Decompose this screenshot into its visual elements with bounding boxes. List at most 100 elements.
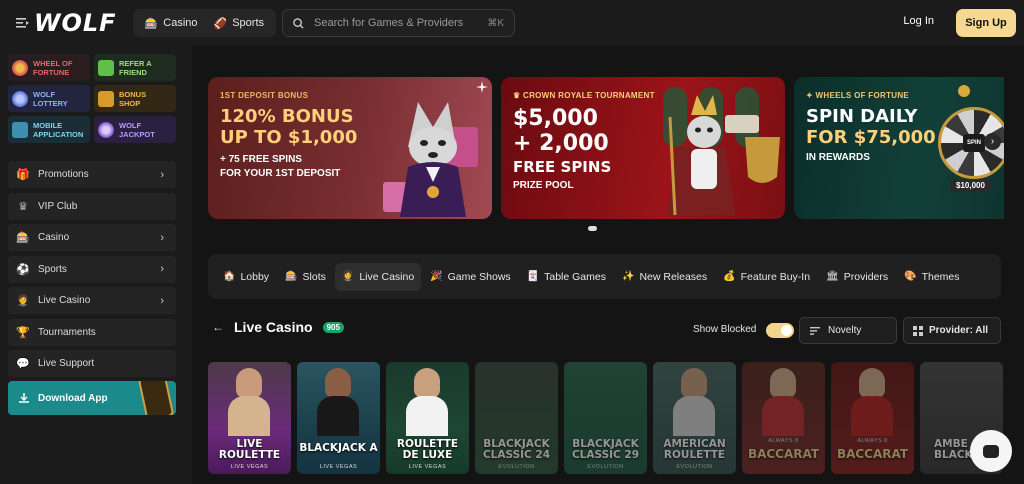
home-icon: 🏠 (223, 271, 236, 282)
game-count-badge: 905 (322, 321, 344, 333)
tab-themes[interactable]: 🎨 Themes (897, 263, 966, 291)
sort-select[interactable]: Novelty (799, 317, 897, 344)
sidebar-item-label: Live Support (38, 358, 95, 369)
tab-slots[interactable]: 🎰 Slots (278, 263, 333, 291)
download-app-button[interactable]: Download App (8, 381, 176, 415)
promo-label-2: FORTUNE (33, 67, 70, 77)
promo-label-1: WHEEL OF (33, 58, 73, 68)
promo-wolf-jackpot[interactable]: WOLF JACKPOT (94, 116, 176, 143)
logo[interactable]: WOLF (34, 9, 117, 37)
promo-refer-a-friend[interactable]: REFER A FRIEND (94, 54, 176, 81)
banner-kicker: ♛ CROWN ROYALE TOURNAMENT (513, 91, 655, 100)
sidebar-item-live-casino[interactable]: 🤵 Live Casino › (8, 287, 176, 314)
promo-label-2: SHOP (119, 98, 141, 108)
carousel-next-button[interactable]: › (984, 133, 1001, 150)
game-title: BLACKJACK CLASSIC 29 (564, 439, 647, 461)
cards-icon: 🃏 (526, 271, 540, 282)
game-card[interactable]: ALWAYS 8 BACCARAT (831, 362, 914, 474)
promo-wolf-lottery[interactable]: WOLF LOTTERY (8, 85, 90, 112)
promo-wheel-of-fortune[interactable]: WHEEL OF FORTUNE (8, 54, 90, 81)
tab-feature-buy-in[interactable]: 💰 Feature Buy-In (716, 263, 817, 291)
tab-table-games[interactable]: 🃏 Table Games (520, 263, 613, 291)
ball-icon: 🏈 (213, 17, 228, 30)
tab-lobby[interactable]: 🏠 Lobby (216, 263, 276, 291)
ball-icon: ⚽ (16, 263, 30, 276)
game-card[interactable]: AMERICAN ROULETTE EVOLUTION (653, 362, 736, 474)
game-title: LIVE ROULETTE (208, 439, 291, 461)
back-arrow-icon[interactable]: ← (212, 320, 224, 334)
banner-wheels-of-fortune[interactable]: ✦ WHEELS OF FORTUNE SPIN DAILY FOR $75,0… (794, 77, 1004, 219)
game-title: BLACKJACK CLASSIC 24 (475, 439, 558, 461)
banner-headline-3: FREE SPINS (513, 158, 612, 176)
king-wolf-icon (663, 87, 780, 216)
sidebar-item-sports[interactable]: ⚽ Sports › (8, 255, 176, 283)
sidebar-item-promotions[interactable]: 🎁 Promotions › (8, 161, 176, 188)
search-input[interactable] (314, 17, 478, 29)
mode-casino[interactable]: 🎰 Casino (139, 12, 204, 34)
tab-game-shows[interactable]: 🎉 Game Shows (423, 263, 517, 291)
sidebar-item-vip-club[interactable]: ♛ VIP Club (8, 192, 176, 220)
game-card[interactable]: ROULETTE DE LUXE LIVE VEGAS (386, 362, 469, 474)
category-bar: 🏠 Lobby 🎰 Slots 🤵 Live Casino 🎉 Game Shows 🃏… (208, 254, 1001, 299)
game-provider: ALWAYS 8 (768, 438, 799, 444)
game-card[interactable]: ALWAYS 8 BACCARAT (742, 362, 825, 474)
game-title-2: CLASSIC 29 (571, 449, 640, 461)
banner-sub-1: PRIZE POOL (513, 180, 574, 191)
wheel-icon: ✦ (806, 91, 816, 100)
slot-icon: 🎰 (144, 17, 159, 30)
gift-icon: 🎁 (16, 169, 30, 181)
dealer-body (317, 396, 359, 436)
sidebar-item-live-support[interactable]: 💬 Live Support (8, 350, 176, 377)
sidebar-item-tournaments[interactable]: 🏆 Tournaments (8, 318, 176, 346)
game-card[interactable]: LIVE ROULETTE LIVE VEGAS (208, 362, 291, 474)
tab-live-casino[interactable]: 🤵 Live Casino (334, 262, 422, 291)
shop-icon (98, 90, 114, 107)
provider-filter[interactable]: Provider: All (903, 317, 1001, 344)
dealer-image (236, 368, 262, 398)
login-button[interactable]: Log In (903, 15, 934, 27)
mode-sports[interactable]: 🏈 Sports (208, 12, 271, 34)
chevron-right-icon: › (160, 294, 164, 307)
dealer-icon: 🤵 (341, 271, 355, 282)
phone-icon (137, 381, 175, 415)
promo-label-2: JACKPOT (119, 129, 155, 139)
tab-label: Lobby (240, 270, 270, 283)
game-title-2: CLASSIC 24 (482, 449, 551, 461)
dealer-image (325, 368, 351, 398)
game-card[interactable]: BLACKJACK A LIVE VEGAS (297, 362, 380, 474)
show-icon: 🎉 (430, 271, 443, 282)
side-nav: 🎁 Promotions › ♛ VIP Club 🎰 Casino › ⚽ S… (8, 161, 176, 382)
promo-mobile-application[interactable]: MOBILE APPLICATION (8, 116, 90, 143)
tab-label: Feature Buy-In (740, 270, 811, 283)
live-chat-button[interactable] (970, 430, 1012, 472)
search-box[interactable]: ⌘K (282, 9, 516, 37)
sidebar-item-casino[interactable]: 🎰 Casino › (8, 224, 176, 251)
promo-label-1: WOLF (119, 120, 142, 130)
sidebar-toggle-icon[interactable] (12, 13, 32, 33)
toggle-knob (781, 325, 792, 336)
new-icon: ✨ (622, 271, 635, 282)
game-card[interactable]: BLACKJACK CLASSIC 24 EVOLUTION (475, 362, 558, 474)
banner-sub-1: IN REWARDS (806, 152, 870, 163)
game-title-2: DE LUXE (402, 449, 453, 461)
game-provider: LIVE VEGAS (408, 464, 447, 470)
games-grid: LIVE ROULETTE LIVE VEGAS BLACKJACK A LIVE… (208, 362, 1024, 484)
signup-button[interactable]: Sign Up (956, 9, 1016, 37)
tab-new-releases[interactable]: ✨ New Releases (615, 263, 714, 291)
sidebar-item-label: Casino (38, 232, 70, 243)
show-blocked-toggle[interactable] (766, 323, 794, 338)
dealer-body (228, 396, 270, 436)
crown-icon: ♛ (513, 91, 523, 100)
promo-label-2: APPLICATION (33, 129, 84, 139)
banner-deposit-bonus[interactable]: 1ST DEPOSIT BONUS 120% BONUS UP TO $1,00… (208, 77, 492, 219)
banner-kicker: 1ST DEPOSIT BONUS (220, 91, 309, 100)
promo-bonus-shop[interactable]: BONUS SHOP (94, 85, 176, 112)
tab-providers[interactable]: 🏛 Providers (819, 263, 895, 291)
promo-grid: WHEEL OF FORTUNE REFER A FRIEND WOLF LOTTER… (8, 54, 176, 143)
trophy-icon: 🏆 (16, 326, 30, 339)
dealer-image (681, 368, 707, 398)
carousel-dot-active[interactable] (588, 226, 597, 231)
game-title: BACCARAT (742, 448, 825, 460)
game-card[interactable]: BLACKJACK CLASSIC 29 EVOLUTION (564, 362, 647, 474)
banner-crown-royale[interactable]: ♛ CROWN ROYALE TOURNAMENT $5,000 + 2,000… (501, 77, 785, 219)
